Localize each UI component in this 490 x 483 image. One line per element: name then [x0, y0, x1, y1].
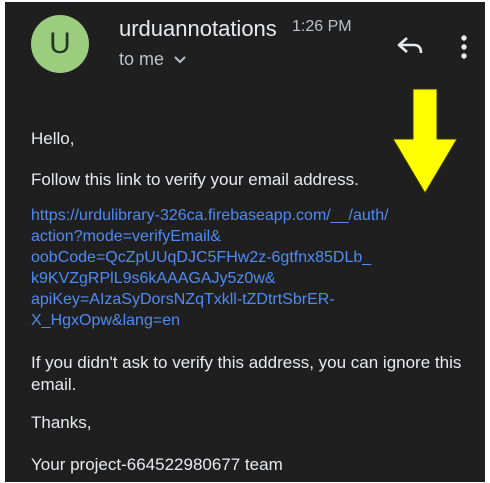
closing-thanks: Thanks, [31, 413, 92, 432]
sender-name[interactable]: urduannotations [119, 16, 277, 42]
verification-link[interactable]: https://urdulibrary-326ca.firebaseapp.co… [31, 205, 471, 331]
intro-text: Follow this link to verify your email ad… [31, 170, 359, 189]
sender-avatar[interactable]: U [31, 15, 89, 73]
reply-button[interactable] [392, 28, 428, 64]
more-options-button[interactable] [453, 29, 475, 65]
recipient-details-toggle[interactable]: to me [119, 49, 187, 70]
more-vert-icon [461, 35, 467, 59]
link-line: https://urdulibrary-326ca.firebaseapp.co… [31, 207, 389, 224]
email-view: U urduannotations 1:26 PM to me Hello, F… [5, 2, 485, 482]
recipient-label: to me [119, 49, 165, 69]
link-line: action?mode=verifyEmail& [31, 228, 221, 245]
link-line: oobCode=QcZpUUqDJC5FHw2z-6gtfnx85DLb_ [31, 249, 372, 266]
link-line: apiKey=AIzaSyDorsNZqTxkll-tZDtrtSbrER- [31, 291, 335, 308]
yellow-arrow-annotation [392, 88, 458, 194]
chevron-down-icon [174, 56, 186, 64]
signature: Your project-664522980677 team [31, 455, 283, 474]
ignore-notice: If you didn't ask to verify this address… [31, 353, 462, 394]
greeting: Hello, [31, 129, 75, 148]
link-line: k9KVZgRPlL9s6kAAAGAJy5z0w& [31, 270, 276, 287]
sent-time: 1:26 PM [292, 18, 352, 35]
link-line: X_HgxOpw&lang=en [31, 312, 180, 329]
reply-icon [397, 37, 423, 54]
